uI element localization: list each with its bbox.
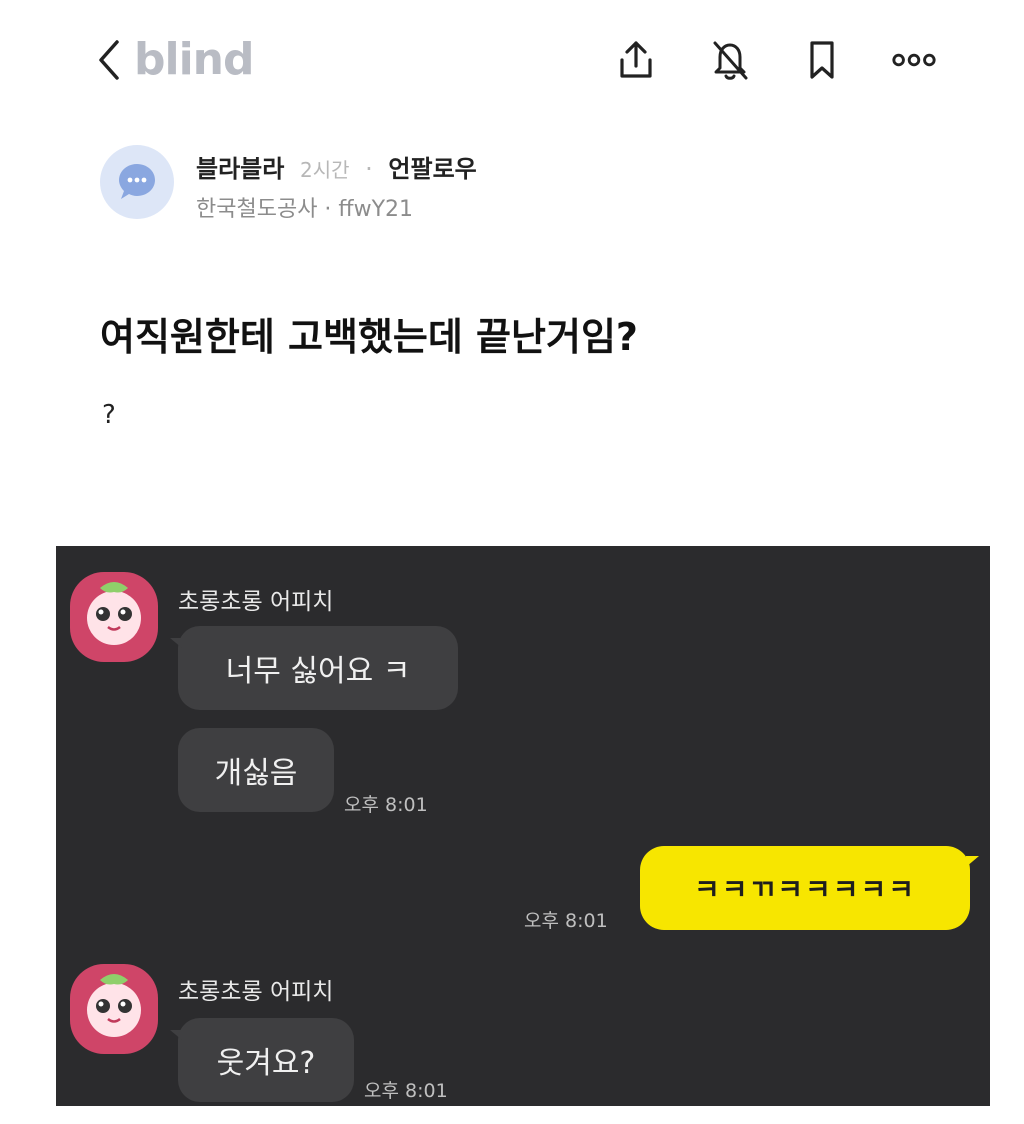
bell-off-icon[interactable]	[706, 34, 754, 86]
chat-time: 오후 8:01	[344, 794, 428, 816]
post-body: ?	[102, 400, 116, 430]
share-icon[interactable]	[612, 34, 660, 86]
chat-bubble: 웃겨요?	[170, 1018, 354, 1102]
app-logo: blind	[134, 34, 254, 85]
unfollow-button[interactable]: 언팔로우	[388, 155, 476, 183]
chat-avatar	[70, 572, 158, 662]
chat-bubble-icon	[119, 164, 155, 199]
more-icon[interactable]	[890, 34, 938, 86]
chat-avatar	[70, 964, 158, 1054]
back-chevron-icon[interactable]	[88, 34, 128, 86]
chat-time: 오후 8:01	[524, 910, 608, 932]
chat-bubble: 개싫음	[178, 728, 334, 812]
author-avatar[interactable]	[100, 145, 174, 219]
chat-bubble: 너무 싫어요 ㅋ	[170, 626, 458, 710]
post-title: 여직원한테 고백했는데 끝난거임?	[100, 315, 638, 359]
author-name[interactable]: 블라블라	[196, 155, 284, 183]
separator-dot: ·	[365, 155, 373, 183]
chat-screenshot-image: 초롱초롱 어피치 너무 싫어요 ㅋ 개싫음 오후 8:01 ㅋㅋㄲㅋㅋㅋㅋㅋ 오…	[56, 546, 990, 1106]
chat-time: 오후 8:01	[364, 1080, 448, 1102]
chat-sender-name: 초롱초롱 어피치	[178, 589, 334, 615]
author-company: 한국철도공사 · ffwY21	[196, 197, 414, 222]
author-name-line: 블라블라 2시간 · 언팔로우	[196, 149, 477, 184]
post-author: 블라블라 2시간 · 언팔로우 한국철도공사 · ffwY21	[100, 145, 800, 225]
post-time: 2시간	[299, 158, 350, 182]
chat-sender-name: 초롱초롱 어피치	[178, 979, 334, 1005]
bookmark-icon[interactable]	[798, 34, 846, 86]
my-chat-bubble: ㅋㅋㄲㅋㅋㅋㅋㅋ	[640, 846, 979, 930]
top-bar: blind	[0, 0, 1024, 120]
